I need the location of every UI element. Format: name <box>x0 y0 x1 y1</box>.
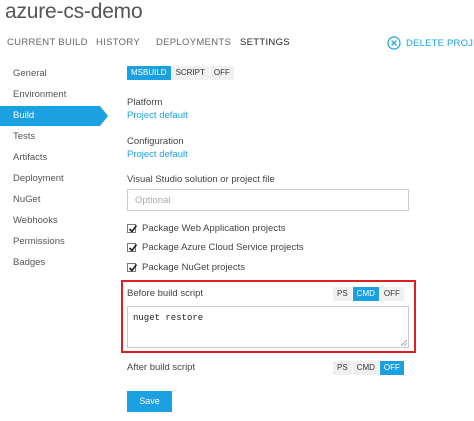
before-script-cmd-option[interactable]: CMD <box>352 287 379 301</box>
sidebar-item-deployment[interactable]: Deployment <box>0 169 100 189</box>
before-script-ps-option[interactable]: PS <box>333 287 352 301</box>
sidebar-item-build[interactable]: Build <box>0 106 108 126</box>
solution-label: Visual Studio solution or project file <box>127 174 275 185</box>
tab-deployments[interactable]: DEPLOYMENTS <box>156 37 231 48</box>
checkmark-icon <box>128 243 138 252</box>
tab-history[interactable]: HISTORY <box>96 37 140 48</box>
close-circle-icon <box>387 36 401 50</box>
sidebar-item-artifacts[interactable]: Artifacts <box>0 148 100 168</box>
checkbox[interactable] <box>127 242 138 252</box>
configuration-label: Configuration <box>127 136 184 147</box>
mode-msbuild-option[interactable]: MSBUILD <box>127 66 171 80</box>
sidebar-item-permissions[interactable]: Permissions <box>0 232 100 252</box>
platform-value[interactable]: Project default <box>127 110 188 121</box>
checkbox[interactable] <box>127 262 138 272</box>
checkbox[interactable] <box>127 223 138 233</box>
checkbox-package-nuget[interactable]: Package NuGet projects <box>127 261 245 273</box>
after-build-script-label: After build script <box>127 362 196 373</box>
sidebar-item-nuget[interactable]: NuGet <box>0 190 100 210</box>
platform-label: Platform <box>127 97 163 108</box>
before-script-type-toggle: PS CMD OFF <box>333 287 405 301</box>
before-build-script-editor[interactable]: nuget restore <box>127 306 409 348</box>
save-button[interactable]: Save <box>127 391 172 412</box>
resize-grip-icon[interactable] <box>401 340 407 346</box>
sidebar-item-webhooks[interactable]: Webhooks <box>0 211 100 231</box>
checkbox-label: Package NuGet projects <box>142 261 245 273</box>
project-title: azure-cs-demo <box>5 0 143 23</box>
after-script-off-option[interactable]: OFF <box>379 361 404 375</box>
sidebar-item-tests[interactable]: Tests <box>0 127 100 147</box>
tab-settings[interactable]: SETTINGS <box>240 37 290 48</box>
checkbox-package-web[interactable]: Package Web Application projects <box>127 222 285 234</box>
delete-project-button[interactable]: DELETE PROJECT <box>387 35 474 51</box>
before-build-script-text: nuget restore <box>133 313 204 323</box>
configuration-value[interactable]: Project default <box>127 149 188 160</box>
sidebar-item-general[interactable]: General <box>0 64 100 84</box>
delete-project-label: DELETE PROJECT <box>406 37 474 49</box>
checkmark-icon <box>128 263 138 272</box>
checkmark-icon <box>128 224 138 233</box>
mode-off-option[interactable]: OFF <box>209 66 234 80</box>
build-mode-toggle: MSBUILD SCRIPT OFF <box>127 66 235 80</box>
checkbox-label: Package Web Application projects <box>142 222 286 234</box>
solution-field[interactable] <box>128 190 408 211</box>
after-script-ps-option[interactable]: PS <box>333 361 352 375</box>
before-build-script-label: Before build script <box>127 288 204 299</box>
after-script-cmd-option[interactable]: CMD <box>352 361 379 375</box>
solution-field-wrapper <box>127 189 409 211</box>
checkbox-label: Package Azure Cloud Service projects <box>142 241 304 253</box>
before-script-off-option[interactable]: OFF <box>379 287 404 301</box>
mode-script-option[interactable]: SCRIPT <box>171 66 209 80</box>
sidebar-item-environment[interactable]: Environment <box>0 85 100 105</box>
sidebar-item-badges[interactable]: Badges <box>0 253 100 273</box>
tab-current-build[interactable]: CURRENT BUILD <box>7 37 88 48</box>
after-script-type-toggle: PS CMD OFF <box>333 361 405 375</box>
checkbox-package-azure-cloud[interactable]: Package Azure Cloud Service projects <box>127 241 304 253</box>
